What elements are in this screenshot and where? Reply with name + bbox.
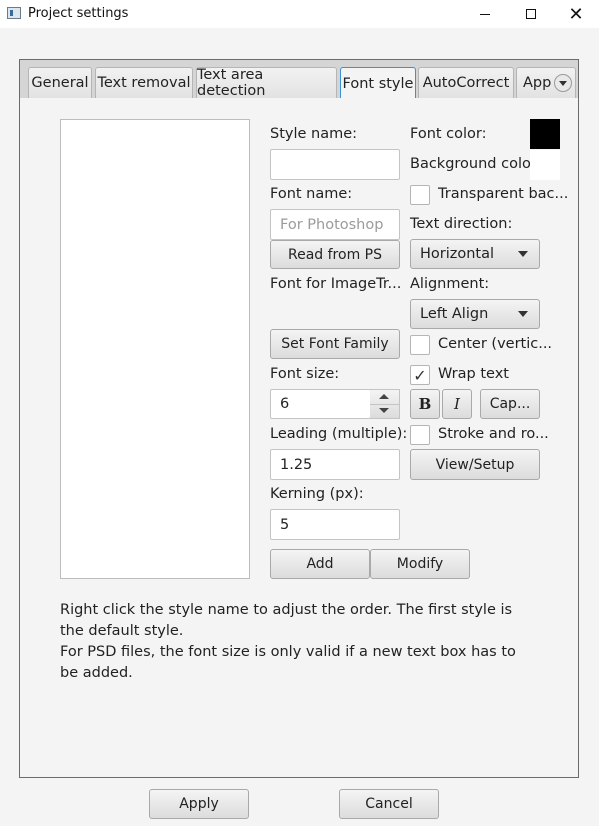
minimize-button[interactable] [462,0,508,28]
bold-button[interactable]: B [410,389,440,419]
style-name-label: Style name: [270,126,358,142]
center-vertical-label: Center (vertic... [438,336,553,352]
style-name-input[interactable] [270,149,400,180]
apply-button[interactable]: Apply [149,789,249,819]
alignment-value: Left Align [420,306,489,322]
alignment-label: Alignment: [410,276,490,292]
tab-general[interactable]: General [28,67,92,98]
tab-font-style[interactable]: Font style [340,67,416,98]
text-direction-label: Text direction: [410,216,513,232]
font-name-label: Font name: [270,186,353,202]
kerning-label: Kerning (px): [270,486,364,502]
kerning-input[interactable]: 5 [270,509,400,540]
chevron-down-icon [518,251,528,257]
font-name-input[interactable]: For Photoshop [270,209,400,240]
alignment-select[interactable]: Left Align [410,299,540,329]
stroke-checkbox[interactable] [410,425,430,445]
stroke-label: Stroke and ro... [438,426,549,442]
add-style-button[interactable]: Add [270,549,370,579]
font-color-swatch[interactable] [530,119,560,149]
checkmark-icon: ✓ [413,365,427,385]
modify-style-button[interactable]: Modify [370,549,470,579]
transparent-checkbox[interactable] [410,185,430,205]
maximize-button[interactable] [508,0,554,28]
chevron-down-icon [559,80,567,86]
wrap-text-checkbox[interactable]: ✓ [410,365,430,385]
wrap-text-label: Wrap text [438,366,509,382]
close-button[interactable]: ✕ [553,0,599,28]
app-icon [7,7,21,19]
spin-up-icon[interactable] [379,394,389,399]
tab-text-area-detection[interactable]: Text area detection [196,67,337,98]
tab-overflow-menu-button[interactable] [554,74,572,92]
tab-autocorrect[interactable]: AutoCorrect [418,67,514,98]
tab-text-removal[interactable]: Text removal [95,67,193,98]
read-from-ps-button[interactable]: Read from PS [270,240,400,269]
maximize-icon [526,9,536,19]
set-font-family-button[interactable]: Set Font Family [270,329,400,359]
info-text: Right click the style name to adjust the… [60,600,530,684]
italic-button[interactable]: I [442,389,472,419]
text-direction-value: Horizontal [420,246,495,262]
font-size-label: Font size: [270,366,340,382]
background-color-label: Background color: [410,156,542,172]
info-line-order: Right click the style name to adjust the… [60,602,513,639]
background-color-swatch[interactable] [530,150,560,180]
tab-header: General Text removal Text area detection… [20,60,578,98]
view-setup-button[interactable]: View/Setup [410,449,540,480]
text-direction-select[interactable]: Horizontal [410,239,540,269]
close-icon: ✕ [568,3,584,25]
font-for-imagetr-label: Font for ImageTr... [270,276,402,292]
info-line-psd: For PSD files, the font size is only val… [60,644,516,681]
cancel-button[interactable]: Cancel [339,789,439,819]
minimize-icon [480,13,490,15]
spin-separator [370,404,399,405]
style-list[interactable] [60,119,250,579]
caps-button[interactable]: Cap... [480,389,540,419]
chevron-down-icon [518,311,528,317]
center-vertical-checkbox[interactable] [410,335,430,355]
leading-label: Leading (multiple): [270,426,408,442]
font-color-label: Font color: [410,126,487,142]
title-bar: Project settings ✕ [0,0,599,28]
font-size-input[interactable]: 6 [270,389,371,419]
window-title: Project settings [28,6,129,21]
transparent-label: Transparent bac... [438,186,569,202]
font-size-stepper[interactable] [370,389,400,419]
leading-input[interactable]: 1.25 [270,449,400,480]
spin-down-icon[interactable] [379,408,389,413]
